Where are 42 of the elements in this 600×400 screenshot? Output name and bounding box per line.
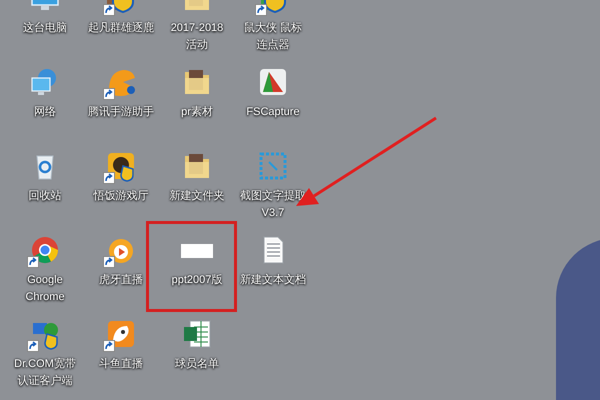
icon-label: 鼠大侠 鼠标 连点器 <box>244 21 302 53</box>
desktop-icon[interactable]: Dr.COM宽带 认证客户端 <box>7 312 83 396</box>
desktop-icon[interactable]: 网络 <box>7 60 83 144</box>
icon-label: 新建文件夹 <box>170 188 224 204</box>
desktop-icon[interactable]: 球员名单 <box>159 312 235 396</box>
icon-label: 腾讯手游助手 <box>88 105 154 120</box>
desktop-icon[interactable]: 回收站 <box>7 144 83 228</box>
icon-label: 球员名单 <box>175 357 219 372</box>
desktop-icon[interactable]: 悟饭游戏厅 <box>83 144 159 228</box>
desktop-icon[interactable]: 新建文本文档 <box>235 228 311 312</box>
desktop-icon[interactable]: 鼠大侠 鼠标 连点器 <box>235 0 311 60</box>
icon-label: 新建文本文档 <box>240 272 306 288</box>
desktop-icon[interactable]: 腾讯手游助手 <box>83 60 159 144</box>
desktop-icon[interactable]: 斗鱼直播 <box>83 312 159 396</box>
desktop-icon[interactable]: Google Chrome <box>7 228 83 312</box>
icon-label: 网络 <box>34 105 56 120</box>
desktop-icon[interactable]: 2017-2018 活动 <box>159 0 235 60</box>
spreadsheet-icon <box>181 318 213 350</box>
icon-label: 回收站 <box>28 189 62 204</box>
screenshot-icon <box>257 150 289 182</box>
icon-label: 斗鱼直播 <box>99 357 143 372</box>
icon-label: 这台电脑 <box>23 20 67 36</box>
desktop-icon[interactable]: pr素材 <box>159 60 235 144</box>
icon-label: Google Chrome <box>25 273 65 305</box>
icon-label: Dr.COM宽带 认证客户端 <box>14 356 76 389</box>
icon-label: ppt2007版 <box>172 273 222 288</box>
desktop-icon[interactable]: 虎牙直播 <box>83 228 159 312</box>
desktop-icon[interactable]: 这台电脑 <box>7 0 83 60</box>
icon-label: 悟饭游戏厅 <box>94 189 148 204</box>
browser-icon <box>29 234 61 266</box>
desktop-icon[interactable]: 起凡群雄逐鹿 <box>83 0 159 60</box>
icon-label: pr素材 <box>181 104 213 120</box>
app-icon <box>105 318 137 350</box>
app-icon <box>257 66 289 98</box>
desktop-icon[interactable]: ppt2007版 <box>159 228 235 312</box>
icon-label: 起凡群雄逐鹿 <box>88 20 154 36</box>
app-icon <box>105 150 137 182</box>
desktop-icon[interactable]: 新建文件夹 <box>159 144 235 228</box>
icon-label: 虎牙直播 <box>99 273 143 288</box>
desktop-icon[interactable]: FSCapture <box>235 60 311 144</box>
icon-label: 2017-2018 活动 <box>170 21 224 53</box>
icon-label: FSCapture <box>246 105 300 120</box>
